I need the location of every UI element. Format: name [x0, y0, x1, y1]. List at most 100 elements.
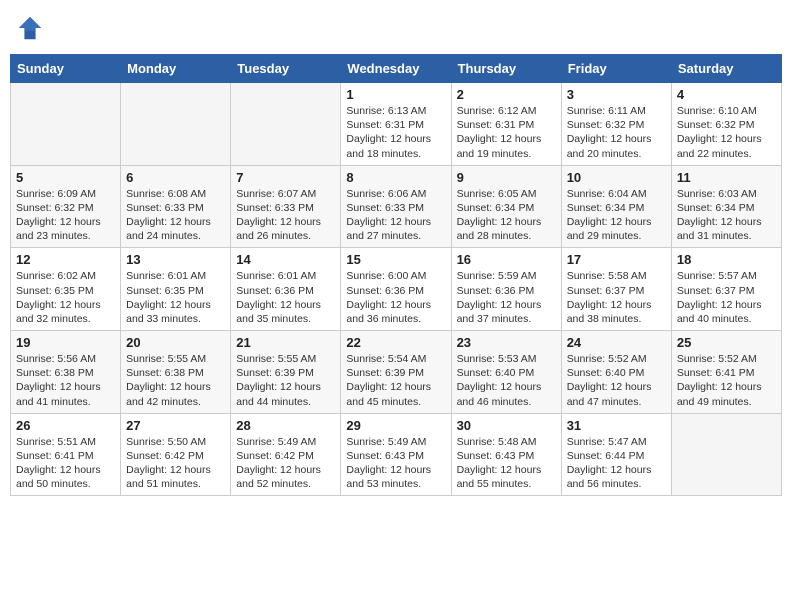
- cell-info: Sunrise: 5:51 AM Sunset: 6:41 PM Dayligh…: [16, 435, 115, 492]
- week-row-1: 5Sunrise: 6:09 AM Sunset: 6:32 PM Daylig…: [11, 165, 782, 248]
- calendar-cell: [231, 83, 341, 166]
- cell-info: Sunrise: 6:01 AM Sunset: 6:35 PM Dayligh…: [126, 269, 225, 326]
- calendar-cell: 10 Sunrise: 6:04 AM Sunset: 6:34 PM Dayli…: [561, 165, 671, 248]
- day-number: 22: [346, 335, 445, 350]
- weekday-thursday: Thursday: [451, 55, 561, 83]
- weekday-sunday: Sunday: [11, 55, 121, 83]
- calendar-cell: [121, 83, 231, 166]
- calendar-cell: 27 Sunrise: 5:50 AM Sunset: 6:42 PM Dayli…: [121, 413, 231, 496]
- day-number: 26: [16, 418, 115, 433]
- calendar-cell: 25 Sunrise: 5:52 AM Sunset: 6:41 PM Dayli…: [671, 331, 781, 414]
- day-number: 29: [346, 418, 445, 433]
- logo: [16, 14, 48, 42]
- calendar-cell: 9 Sunrise: 6:05 AM Sunset: 6:34 PM Daylig…: [451, 165, 561, 248]
- page: SundayMondayTuesdayWednesdayThursdayFrid…: [0, 0, 792, 506]
- weekday-wednesday: Wednesday: [341, 55, 451, 83]
- weekday-saturday: Saturday: [671, 55, 781, 83]
- cell-info: Sunrise: 6:03 AM Sunset: 6:34 PM Dayligh…: [677, 187, 776, 244]
- calendar-cell: 24 Sunrise: 5:52 AM Sunset: 6:40 PM Dayli…: [561, 331, 671, 414]
- calendar-cell: 28 Sunrise: 5:49 AM Sunset: 6:42 PM Dayli…: [231, 413, 341, 496]
- calendar-cell: 18 Sunrise: 5:57 AM Sunset: 6:37 PM Dayli…: [671, 248, 781, 331]
- calendar-cell: 26 Sunrise: 5:51 AM Sunset: 6:41 PM Dayli…: [11, 413, 121, 496]
- calendar-cell: 7Sunrise: 6:07 AM Sunset: 6:33 PM Daylig…: [231, 165, 341, 248]
- weekday-header-row: SundayMondayTuesdayWednesdayThursdayFrid…: [11, 55, 782, 83]
- calendar-cell: 21 Sunrise: 5:55 AM Sunset: 6:39 PM Dayli…: [231, 331, 341, 414]
- cell-info: Sunrise: 5:52 AM Sunset: 6:40 PM Dayligh…: [567, 352, 666, 409]
- calendar-cell: 22 Sunrise: 5:54 AM Sunset: 6:39 PM Dayli…: [341, 331, 451, 414]
- header: [10, 10, 782, 46]
- cell-info: Sunrise: 6:13 AM Sunset: 6:31 PM Dayligh…: [346, 104, 445, 161]
- cell-info: Sunrise: 6:00 AM Sunset: 6:36 PM Dayligh…: [346, 269, 445, 326]
- weekday-monday: Monday: [121, 55, 231, 83]
- cell-info: Sunrise: 5:55 AM Sunset: 6:39 PM Dayligh…: [236, 352, 335, 409]
- cell-info: Sunrise: 6:02 AM Sunset: 6:35 PM Dayligh…: [16, 269, 115, 326]
- calendar-cell: 8Sunrise: 6:06 AM Sunset: 6:33 PM Daylig…: [341, 165, 451, 248]
- day-number: 27: [126, 418, 225, 433]
- cell-info: Sunrise: 5:54 AM Sunset: 6:39 PM Dayligh…: [346, 352, 445, 409]
- cell-info: Sunrise: 5:59 AM Sunset: 6:36 PM Dayligh…: [457, 269, 556, 326]
- week-row-4: 26 Sunrise: 5:51 AM Sunset: 6:41 PM Dayli…: [11, 413, 782, 496]
- day-number: 1: [346, 87, 445, 102]
- day-number: 31: [567, 418, 666, 433]
- day-number: 24: [567, 335, 666, 350]
- day-number: 21: [236, 335, 335, 350]
- calendar-cell: 12 Sunrise: 6:02 AM Sunset: 6:35 PM Dayli…: [11, 248, 121, 331]
- cell-info: Sunrise: 5:52 AM Sunset: 6:41 PM Dayligh…: [677, 352, 776, 409]
- week-row-2: 12 Sunrise: 6:02 AM Sunset: 6:35 PM Dayli…: [11, 248, 782, 331]
- calendar-cell: 4Sunrise: 6:10 AM Sunset: 6:32 PM Daylig…: [671, 83, 781, 166]
- calendar-cell: 17 Sunrise: 5:58 AM Sunset: 6:37 PM Dayli…: [561, 248, 671, 331]
- day-number: 10: [567, 170, 666, 185]
- calendar-cell: 1 Sunrise: 6:13 AM Sunset: 6:31 PM Daylig…: [341, 83, 451, 166]
- calendar-cell: 11 Sunrise: 6:03 AM Sunset: 6:34 PM Dayli…: [671, 165, 781, 248]
- cell-info: Sunrise: 5:49 AM Sunset: 6:42 PM Dayligh…: [236, 435, 335, 492]
- calendar-cell: 19Sunrise: 5:56 AM Sunset: 6:38 PM Dayli…: [11, 331, 121, 414]
- day-number: 28: [236, 418, 335, 433]
- cell-info: Sunrise: 6:12 AM Sunset: 6:31 PM Dayligh…: [457, 104, 556, 161]
- day-number: 23: [457, 335, 556, 350]
- day-number: 25: [677, 335, 776, 350]
- day-number: 6: [126, 170, 225, 185]
- day-number: 11: [677, 170, 776, 185]
- day-number: 9: [457, 170, 556, 185]
- day-number: 17: [567, 252, 666, 267]
- calendar-cell: 30Sunrise: 5:48 AM Sunset: 6:43 PM Dayli…: [451, 413, 561, 496]
- cell-info: Sunrise: 6:10 AM Sunset: 6:32 PM Dayligh…: [677, 104, 776, 161]
- day-number: 7: [236, 170, 335, 185]
- calendar-cell: [11, 83, 121, 166]
- cell-info: Sunrise: 6:06 AM Sunset: 6:33 PM Dayligh…: [346, 187, 445, 244]
- cell-info: Sunrise: 6:11 AM Sunset: 6:32 PM Dayligh…: [567, 104, 666, 161]
- cell-info: Sunrise: 5:58 AM Sunset: 6:37 PM Dayligh…: [567, 269, 666, 326]
- cell-info: Sunrise: 6:01 AM Sunset: 6:36 PM Dayligh…: [236, 269, 335, 326]
- day-number: 16: [457, 252, 556, 267]
- cell-info: Sunrise: 5:49 AM Sunset: 6:43 PM Dayligh…: [346, 435, 445, 492]
- cell-info: Sunrise: 6:09 AM Sunset: 6:32 PM Dayligh…: [16, 187, 115, 244]
- cell-info: Sunrise: 6:04 AM Sunset: 6:34 PM Dayligh…: [567, 187, 666, 244]
- calendar-table: SundayMondayTuesdayWednesdayThursdayFrid…: [10, 54, 782, 496]
- cell-info: Sunrise: 5:50 AM Sunset: 6:42 PM Dayligh…: [126, 435, 225, 492]
- calendar-cell: 2Sunrise: 6:12 AM Sunset: 6:31 PM Daylig…: [451, 83, 561, 166]
- weekday-friday: Friday: [561, 55, 671, 83]
- day-number: 3: [567, 87, 666, 102]
- day-number: 18: [677, 252, 776, 267]
- calendar-cell: 29 Sunrise: 5:49 AM Sunset: 6:43 PM Dayli…: [341, 413, 451, 496]
- day-number: 15: [346, 252, 445, 267]
- calendar-cell: 5Sunrise: 6:09 AM Sunset: 6:32 PM Daylig…: [11, 165, 121, 248]
- calendar-cell: 15 Sunrise: 6:00 AM Sunset: 6:36 PM Dayli…: [341, 248, 451, 331]
- weekday-tuesday: Tuesday: [231, 55, 341, 83]
- calendar-cell: 31 Sunrise: 5:47 AM Sunset: 6:44 PM Dayli…: [561, 413, 671, 496]
- calendar-cell: 13 Sunrise: 6:01 AM Sunset: 6:35 PM Dayli…: [121, 248, 231, 331]
- cell-info: Sunrise: 5:47 AM Sunset: 6:44 PM Dayligh…: [567, 435, 666, 492]
- logo-icon: [16, 14, 44, 42]
- calendar-cell: 14Sunrise: 6:01 AM Sunset: 6:36 PM Dayli…: [231, 248, 341, 331]
- cell-info: Sunrise: 5:57 AM Sunset: 6:37 PM Dayligh…: [677, 269, 776, 326]
- day-number: 12: [16, 252, 115, 267]
- day-number: 19: [16, 335, 115, 350]
- day-number: 20: [126, 335, 225, 350]
- cell-info: Sunrise: 6:05 AM Sunset: 6:34 PM Dayligh…: [457, 187, 556, 244]
- cell-info: Sunrise: 6:08 AM Sunset: 6:33 PM Dayligh…: [126, 187, 225, 244]
- day-number: 13: [126, 252, 225, 267]
- calendar-cell: 20Sunrise: 5:55 AM Sunset: 6:38 PM Dayli…: [121, 331, 231, 414]
- week-row-0: 1 Sunrise: 6:13 AM Sunset: 6:31 PM Daylig…: [11, 83, 782, 166]
- calendar-cell: 23Sunrise: 5:53 AM Sunset: 6:40 PM Dayli…: [451, 331, 561, 414]
- cell-info: Sunrise: 5:48 AM Sunset: 6:43 PM Dayligh…: [457, 435, 556, 492]
